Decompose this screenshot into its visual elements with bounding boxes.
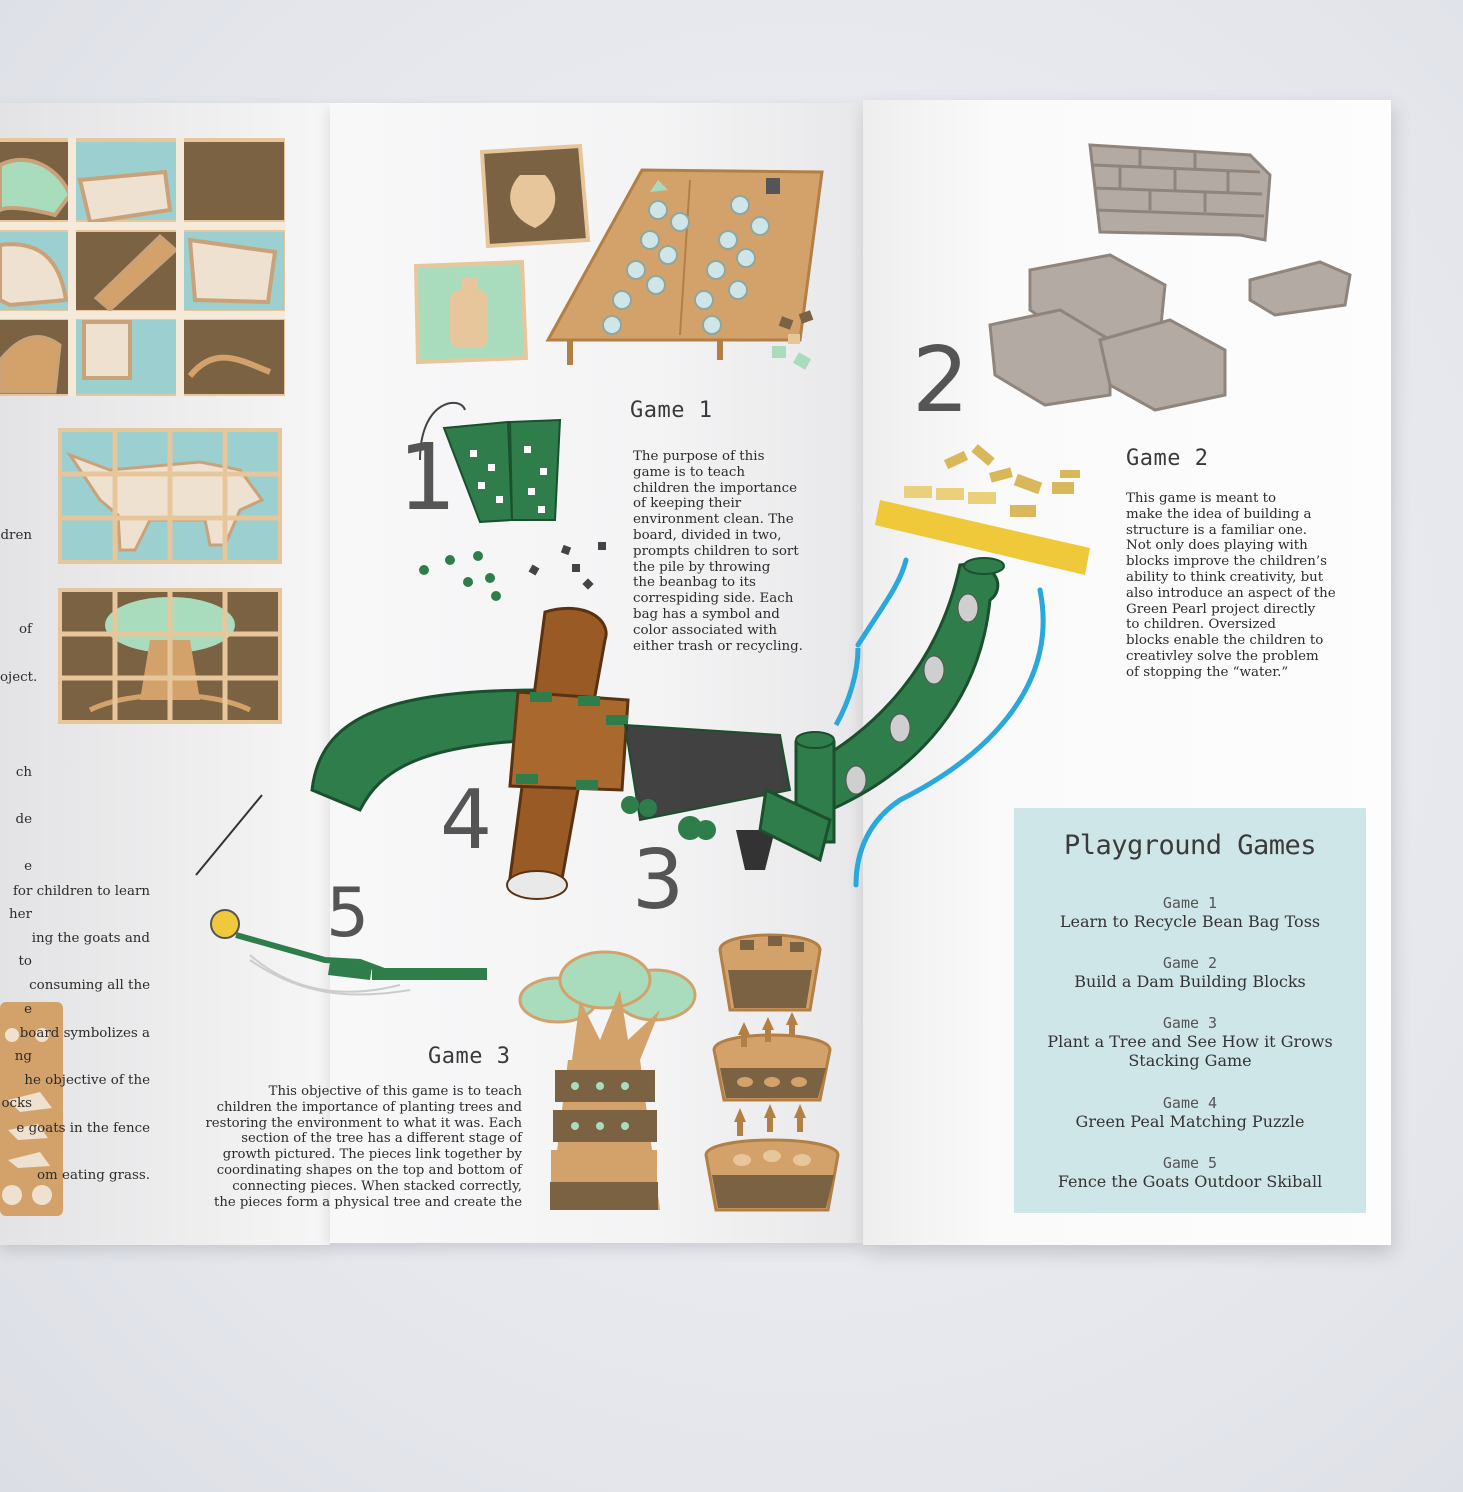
step-number-1: 1 [398, 424, 457, 531]
bottle-beanbag [413, 259, 529, 365]
toc-game-3: Game 3 Plant a Tree and See How it Grows… [1047, 1014, 1333, 1070]
step-number-4: 4 [440, 773, 493, 868]
game1-heading: Game 1 [630, 398, 713, 423]
playground-games-list: Playground Games Game 1 Learn to Recycle… [1014, 808, 1366, 1213]
toc-game-5: Game 5 Fence the Goats Outdoor Skiball [1057, 1154, 1323, 1191]
step-number-3: 3 [632, 833, 685, 928]
game1-description: The purpose of this game is to teach chi… [633, 449, 803, 654]
tree-stacking-pieces [704, 933, 840, 1212]
goat-puzzle-small [58, 428, 282, 564]
brick-wall [1088, 143, 1272, 242]
toc-game-4: Game 4 Green Peal Matching Puzzle [1075, 1094, 1305, 1131]
goat-puzzle-grid [0, 138, 285, 396]
toc-game-2: Game 2 Build a Dam Building Blocks [1074, 954, 1306, 991]
toc-game-1: Game 1 Learn to Recycle Bean Bag Toss [1059, 894, 1321, 931]
game2-description: This game is meant to make the idea of b… [1126, 491, 1336, 680]
grey-building-blocks [988, 253, 1352, 412]
tree-puzzle-small [58, 588, 282, 724]
beanbag-toss-board [545, 168, 824, 365]
playground-games-title: Playground Games [1063, 830, 1317, 861]
left-panel-text-fragment-b: for children to learn ing the goats and … [12, 883, 150, 1183]
game2-heading: Game 2 [1126, 446, 1209, 471]
brochure-illustrations [0, 138, 1352, 1216]
game3-heading: Game 3 [428, 1044, 511, 1069]
step-number-2: 2 [912, 328, 970, 433]
game3-description: This objective of this game is to teach … [205, 1084, 523, 1210]
yellow-block-dam [875, 444, 1090, 575]
step-number-5: 5 [326, 874, 370, 953]
tree-stacking-tower [518, 950, 697, 1210]
apple-core-beanbag [479, 143, 591, 249]
